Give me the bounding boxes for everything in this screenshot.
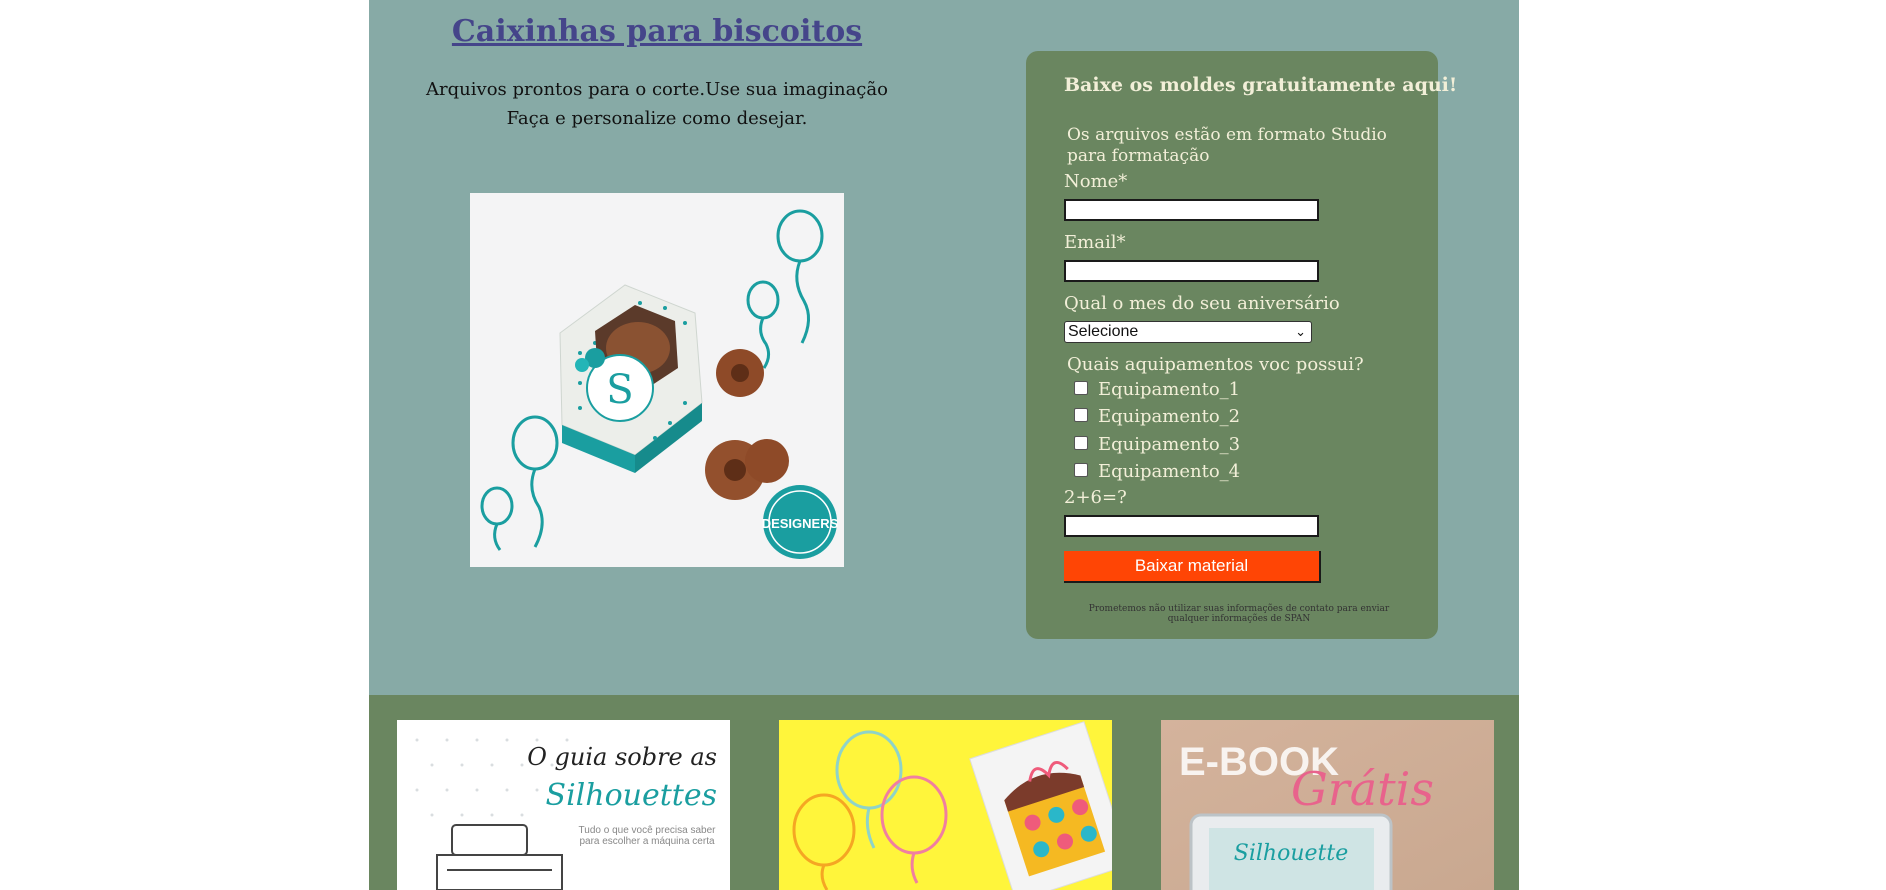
email-label: Email*	[1064, 232, 1126, 253]
form-intro: Os arquivos estão em formato Studio para…	[1067, 125, 1387, 166]
captcha-label: 2+6=?	[1064, 487, 1127, 508]
equipment-option-label: Equipamento_1	[1098, 379, 1241, 400]
free-ebook-thumbnail[interactable]: E-BOOK Grátis Silhouette	[1161, 720, 1494, 890]
guide-title: O guia sobre as	[527, 743, 717, 771]
cookie-box-illustration: S DESIGNERS	[470, 193, 844, 567]
ebook-graphic: E-BOOK Grátis Silhouette	[1161, 720, 1494, 890]
hero-description: Arquivos prontos para o corte.Use sua im…	[369, 75, 945, 133]
cookie-box-product-image: S DESIGNERS	[470, 193, 844, 567]
landing-page: Caixinhas para biscoitos Arquivos pronto…	[369, 0, 1519, 890]
equipment-option-label: Equipamento_2	[1098, 406, 1241, 427]
birthday-month-selected: Selecione	[1068, 323, 1139, 340]
equipment-option-3[interactable]: Equipamento_3	[1074, 434, 1240, 455]
svg-text:S: S	[606, 367, 633, 413]
ebook-title: Grátis	[1291, 762, 1434, 816]
guide-graphic: O guia sobre as Silhouettes Tudo o que v…	[397, 720, 730, 890]
checkbox[interactable]	[1074, 463, 1088, 477]
equipment-label: Quais aquipamentos voc possui?	[1067, 354, 1364, 375]
hero-description-line-2: Faça e personalize como desejar.	[506, 108, 808, 129]
form-title: Baixe os moldes gratuitamente aqui!	[1064, 74, 1458, 96]
ebook-cover-text: Silhouette	[1234, 841, 1348, 866]
name-label: Nome*	[1064, 171, 1128, 192]
privacy-disclaimer: Prometemos não utilizar suas informações…	[1064, 604, 1414, 624]
chevron-down-icon: ⌄	[1295, 324, 1306, 339]
birthday-month-label: Qual o mes do seu aniversário	[1064, 293, 1340, 314]
disclaimer-line-2: qualquer informações de SPAN	[1167, 614, 1311, 624]
guide-caption: Tudo o que você precisa saber para escol…	[578, 825, 716, 847]
checkbox[interactable]	[1074, 408, 1088, 422]
silhouette-guide-thumbnail[interactable]: O guia sobre as Silhouettes Tudo o que v…	[397, 720, 730, 890]
checkbox[interactable]	[1074, 436, 1088, 450]
captcha-input[interactable]	[1064, 515, 1319, 537]
equipment-option-label: Equipamento_3	[1098, 434, 1241, 455]
equipment-option-4[interactable]: Equipamento_4	[1074, 461, 1240, 482]
equipment-option-2[interactable]: Equipamento_2	[1074, 406, 1240, 427]
checkbox[interactable]	[1074, 381, 1088, 395]
guide-subtitle: Silhouettes	[546, 778, 717, 813]
name-input[interactable]	[1064, 199, 1319, 221]
equipment-option-label: Equipamento_4	[1098, 461, 1241, 482]
disclaimer-line-1: Prometemos não utilizar suas informações…	[1088, 604, 1390, 614]
hero-description-line-1: Arquivos prontos para o corte.Use sua im…	[426, 79, 888, 100]
equipment-option-1[interactable]: Equipamento_1	[1074, 379, 1240, 400]
download-button[interactable]: Baixar material	[1064, 551, 1321, 583]
download-form: Baixe os moldes gratuitamente aqui! Os a…	[1026, 51, 1457, 639]
birthday-party-thumbnail[interactable]	[779, 720, 1112, 890]
birthday-month-select[interactable]: Selecione ⌄	[1064, 321, 1312, 343]
email-input[interactable]	[1064, 260, 1319, 282]
logo-text: DESIGNERS	[762, 516, 839, 531]
balloons-graphic	[779, 720, 1112, 890]
page-title[interactable]: Caixinhas para biscoitos	[369, 14, 945, 49]
related-content-band: O guia sobre as Silhouettes Tudo o que v…	[369, 695, 1519, 890]
